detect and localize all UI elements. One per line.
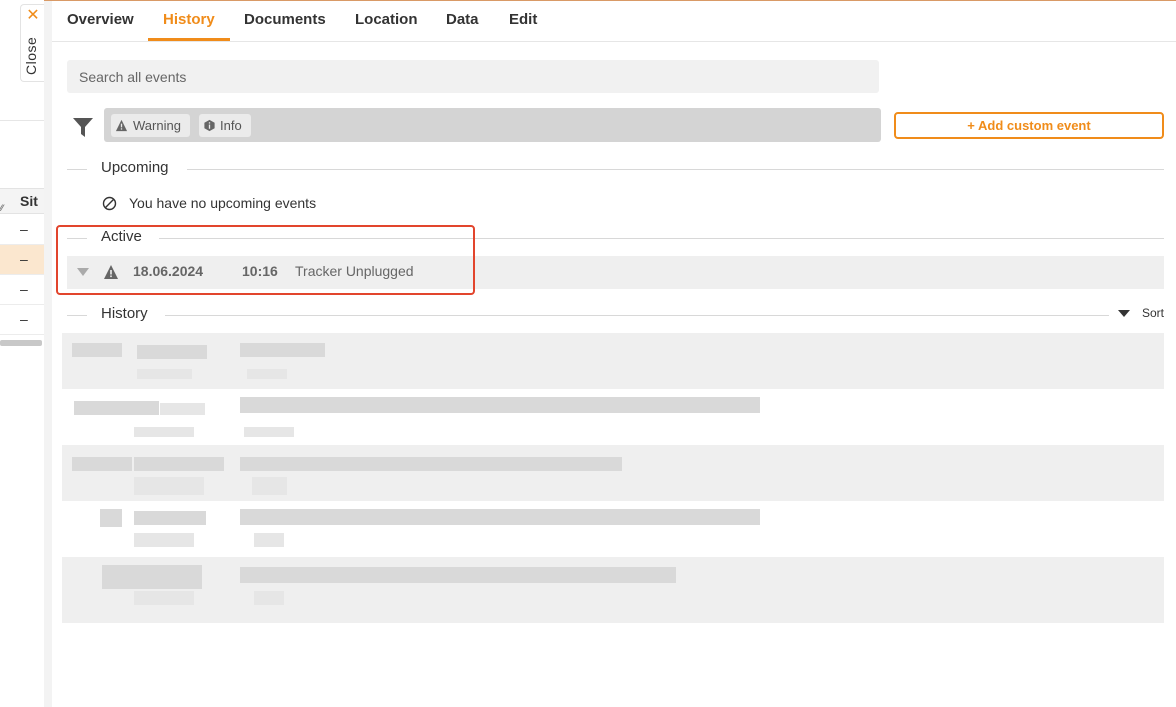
search-input[interactable]: Search all events [67, 60, 879, 93]
background-column-header-label: Sit [20, 193, 38, 209]
divider [67, 315, 87, 316]
tab-documents[interactable]: Documents [244, 11, 326, 28]
background-row-value: – [20, 221, 28, 237]
filter-chip-label: Info [220, 118, 242, 133]
filter-chip-info[interactable]: Info [199, 114, 251, 137]
upcoming-empty-text: You have no upcoming events [129, 195, 317, 211]
search-placeholder: Search all events [79, 69, 187, 85]
background-row[interactable]: – [0, 305, 44, 335]
warning-icon [115, 119, 128, 132]
close-label[interactable]: Close [23, 37, 39, 75]
background-row[interactable]: – [0, 215, 44, 245]
horizontal-scrollbar[interactable] [0, 340, 42, 346]
background-page-strip: ⁄⁄ Sit – – – – [0, 0, 44, 707]
background-row-value: – [20, 311, 28, 327]
section-history-header: History [67, 305, 1109, 325]
history-row-redacted[interactable] [62, 333, 1164, 389]
filter-bar[interactable]: Warning Info [104, 108, 881, 142]
highlight-annotation-box [56, 225, 475, 295]
history-list-redacted [62, 333, 1164, 623]
background-row-selected[interactable]: – [0, 245, 44, 275]
background-row-value: – [20, 251, 28, 267]
ban-icon [102, 196, 117, 211]
background-row-value: – [20, 281, 28, 297]
divider [0, 120, 44, 121]
filter-chip-label: Warning [133, 118, 181, 133]
background-column-header[interactable]: ⁄⁄ Sit [0, 188, 44, 214]
section-upcoming-header: Upcoming [67, 159, 1164, 179]
divider [67, 169, 87, 170]
info-icon [204, 119, 215, 132]
filter-chip-warning[interactable]: Warning [111, 114, 190, 137]
history-row-redacted[interactable] [62, 501, 1164, 557]
background-row[interactable]: – [0, 275, 44, 305]
close-tab[interactable]: ✕ Close [20, 4, 44, 82]
history-row-redacted[interactable] [62, 389, 1164, 445]
history-row-redacted[interactable] [62, 445, 1164, 501]
tab-data[interactable]: Data [446, 11, 479, 28]
tab-overview[interactable]: Overview [67, 11, 134, 28]
active-tab-indicator [148, 38, 230, 41]
divider [187, 169, 1164, 170]
sort-label: Sort [1142, 306, 1165, 320]
resize-handle-icon: ⁄⁄ [0, 203, 4, 213]
section-upcoming-label: Upcoming [101, 159, 169, 176]
tab-history[interactable]: History [163, 11, 215, 28]
divider [165, 315, 1109, 316]
tab-location[interactable]: Location [355, 11, 418, 28]
tab-edit[interactable]: Edit [509, 11, 537, 28]
panel-edge [44, 0, 52, 707]
add-custom-event-button[interactable]: + Add custom event [894, 112, 1164, 139]
chevron-down-icon [1118, 310, 1130, 317]
funnel-icon[interactable] [72, 116, 94, 138]
close-icon[interactable]: ✕ [24, 5, 42, 25]
history-row-redacted[interactable] [62, 557, 1164, 623]
section-history-label: History [101, 305, 148, 322]
tab-bar: Overview History Documents Location Data… [52, 0, 1176, 42]
